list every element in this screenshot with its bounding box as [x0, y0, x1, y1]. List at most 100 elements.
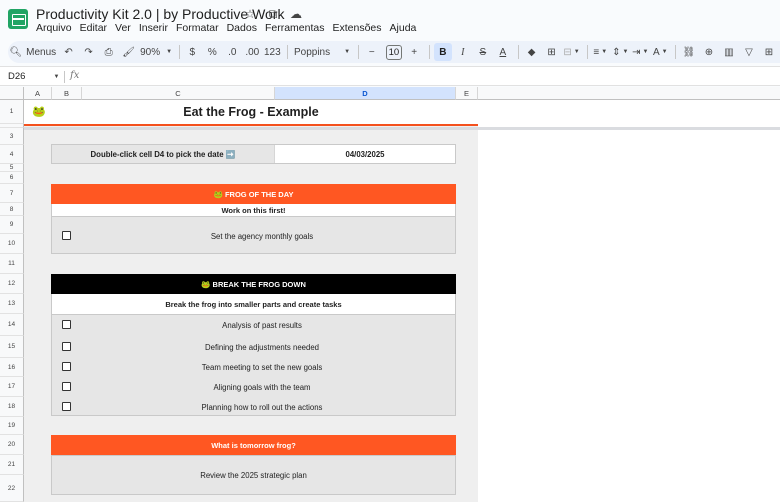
- cell-reference: D26: [8, 71, 26, 82]
- row-header-1[interactable]: 1: [0, 100, 24, 124]
- menu-inserir[interactable]: Inserir: [139, 22, 168, 34]
- paint-format-button[interactable]: 🖌︎: [120, 43, 138, 61]
- row-header-10[interactable]: 10: [0, 234, 24, 254]
- break-task-text[interactable]: Aligning goals with the team: [72, 379, 452, 395]
- menu-ajuda[interactable]: Ajuda: [390, 22, 417, 34]
- sheets-app: Productivity Kit 2.0 | by Productive Wor…: [0, 0, 780, 502]
- row-header-20[interactable]: 20: [0, 435, 24, 455]
- row-header-18[interactable]: 18: [0, 397, 24, 417]
- filter-button[interactable]: ▽: [740, 43, 758, 61]
- strikethrough-button[interactable]: S: [474, 43, 492, 61]
- increase-decimal-button[interactable]: .00: [243, 43, 261, 61]
- search-icon: 🔍︎: [9, 46, 23, 58]
- column-header-c[interactable]: C: [82, 87, 275, 100]
- menu-ferramentas[interactable]: Ferramentas: [265, 22, 325, 34]
- tomorrow-frog-text[interactable]: Review the 2025 strategic plan: [52, 456, 455, 494]
- menu-dados[interactable]: Dados: [227, 22, 257, 34]
- break-task-text[interactable]: Analysis of past results: [72, 317, 452, 333]
- name-box[interactable]: D26 ▼: [4, 67, 60, 86]
- chevron-down-icon: ▼: [53, 73, 60, 80]
- print-button[interactable]: ⎙: [100, 43, 118, 61]
- row-header-15[interactable]: 15: [0, 336, 24, 358]
- row-header-14[interactable]: 14: [0, 314, 24, 336]
- break-frog-panel: Analysis of past results Defining the ad…: [51, 314, 456, 416]
- row-header-21[interactable]: 21: [0, 455, 24, 475]
- insert-comment-button[interactable]: ⊕: [700, 43, 718, 61]
- fill-color-button[interactable]: ◆: [523, 43, 541, 61]
- row-header-13[interactable]: 13: [0, 294, 24, 314]
- percent-format-button[interactable]: %: [203, 43, 221, 61]
- insert-chart-button[interactable]: ▥: [720, 43, 738, 61]
- menu-formatar[interactable]: Formatar: [176, 22, 219, 34]
- menu-bar: Arquivo Editar Ver Inserir Formatar Dado…: [36, 22, 416, 34]
- menu-extensoes[interactable]: Extensões: [332, 22, 381, 34]
- task-checkbox[interactable]: [62, 362, 71, 371]
- row-header-5[interactable]: 5: [0, 164, 24, 172]
- row-header-6[interactable]: 6: [0, 172, 24, 184]
- task-checkbox[interactable]: [62, 382, 71, 391]
- font-size-increase-button[interactable]: +: [405, 43, 423, 61]
- redo-button[interactable]: ↷: [80, 43, 98, 61]
- frog-of-the-day-panel: Set the agency monthly goals: [51, 216, 456, 254]
- row-header-19[interactable]: 19: [0, 417, 24, 435]
- menu-arquivo[interactable]: Arquivo: [36, 22, 72, 34]
- column-header-b[interactable]: B: [52, 87, 82, 100]
- font-size-decrease-button[interactable]: −: [363, 43, 381, 61]
- column-header-a[interactable]: A: [24, 87, 52, 100]
- column-header-e[interactable]: E: [456, 87, 478, 100]
- row-header-12[interactable]: 12: [0, 274, 24, 294]
- merge-cells-button[interactable]: ⊟ ▼: [563, 43, 581, 61]
- borders-button[interactable]: ⊞: [543, 43, 561, 61]
- horizontal-align-button[interactable]: ≡ ▼: [591, 43, 609, 61]
- functions-button[interactable]: ⊞: [760, 43, 778, 61]
- search-menus-button[interactable]: 🔍︎ Menus: [8, 43, 58, 61]
- text-color-button[interactable]: A: [494, 43, 512, 61]
- column-header-d[interactable]: D: [275, 87, 456, 100]
- row-header-8[interactable]: 8: [0, 203, 24, 216]
- row-header-7[interactable]: 7: [0, 184, 24, 203]
- insert-link-button[interactable]: ⛓: [680, 43, 698, 61]
- title-row[interactable]: 🐸 Eat the Frog - Example: [24, 100, 478, 124]
- menu-editar[interactable]: Editar: [80, 22, 107, 34]
- vertical-align-button[interactable]: ⇕ ▼: [611, 43, 629, 61]
- font-select[interactable]: Poppins ▼: [292, 43, 352, 61]
- break-task-text[interactable]: Team meeting to set the new goals: [72, 359, 452, 375]
- sheets-logo-icon[interactable]: [8, 9, 28, 29]
- row-header-9[interactable]: 9: [0, 216, 24, 234]
- star-icon[interactable]: ☆: [243, 7, 257, 22]
- date-cell-d4[interactable]: 04/03/2025: [274, 145, 455, 163]
- chevron-down-icon: ▼: [642, 49, 649, 55]
- frog-task-text[interactable]: Set the agency monthly goals: [72, 228, 452, 244]
- row-header-22[interactable]: 22: [0, 475, 24, 502]
- toolbar-divider: [586, 45, 588, 59]
- text-wrap-button[interactable]: ⇥ ▼: [631, 43, 649, 61]
- number-format-button[interactable]: 123: [263, 43, 281, 61]
- row-header-17[interactable]: 17: [0, 377, 24, 397]
- select-all-corner[interactable]: [0, 87, 24, 100]
- row-header-16[interactable]: 16: [0, 358, 24, 377]
- spreadsheet-grid[interactable]: A B C D E 1 3 4 5 6 7 8 9 10 11 12 13 14…: [0, 87, 780, 502]
- task-checkbox[interactable]: [62, 320, 71, 329]
- font-size-input[interactable]: 10: [385, 44, 403, 60]
- text-rotation-button[interactable]: A ▼: [651, 43, 669, 61]
- row-header-11[interactable]: 11: [0, 254, 24, 274]
- row-header-3[interactable]: 3: [0, 128, 24, 145]
- break-task-text[interactable]: Planning how to roll out the actions: [72, 399, 452, 415]
- move-folder-icon[interactable]: ⧉: [266, 7, 280, 22]
- break-frog-header: 🐸 BREAK THE FROG DOWN: [51, 274, 456, 294]
- toolbar-divider: [178, 45, 180, 59]
- task-checkbox[interactable]: [62, 231, 71, 240]
- currency-format-button[interactable]: $: [183, 43, 201, 61]
- task-checkbox[interactable]: [62, 342, 71, 351]
- task-checkbox[interactable]: [62, 402, 71, 411]
- decrease-decimal-button[interactable]: .0: [223, 43, 241, 61]
- menu-ver[interactable]: Ver: [115, 22, 131, 34]
- undo-button[interactable]: ↶: [60, 43, 78, 61]
- bold-button[interactable]: B: [433, 43, 452, 61]
- zoom-select[interactable]: 90% ▼: [140, 43, 173, 61]
- row-header-4[interactable]: 4: [0, 145, 24, 164]
- italic-button[interactable]: I: [454, 43, 472, 61]
- cloud-status-icon[interactable]: ☁: [289, 7, 303, 22]
- frozen-rows-divider[interactable]: [24, 127, 780, 130]
- break-task-text[interactable]: Defining the adjustments needed: [72, 339, 452, 355]
